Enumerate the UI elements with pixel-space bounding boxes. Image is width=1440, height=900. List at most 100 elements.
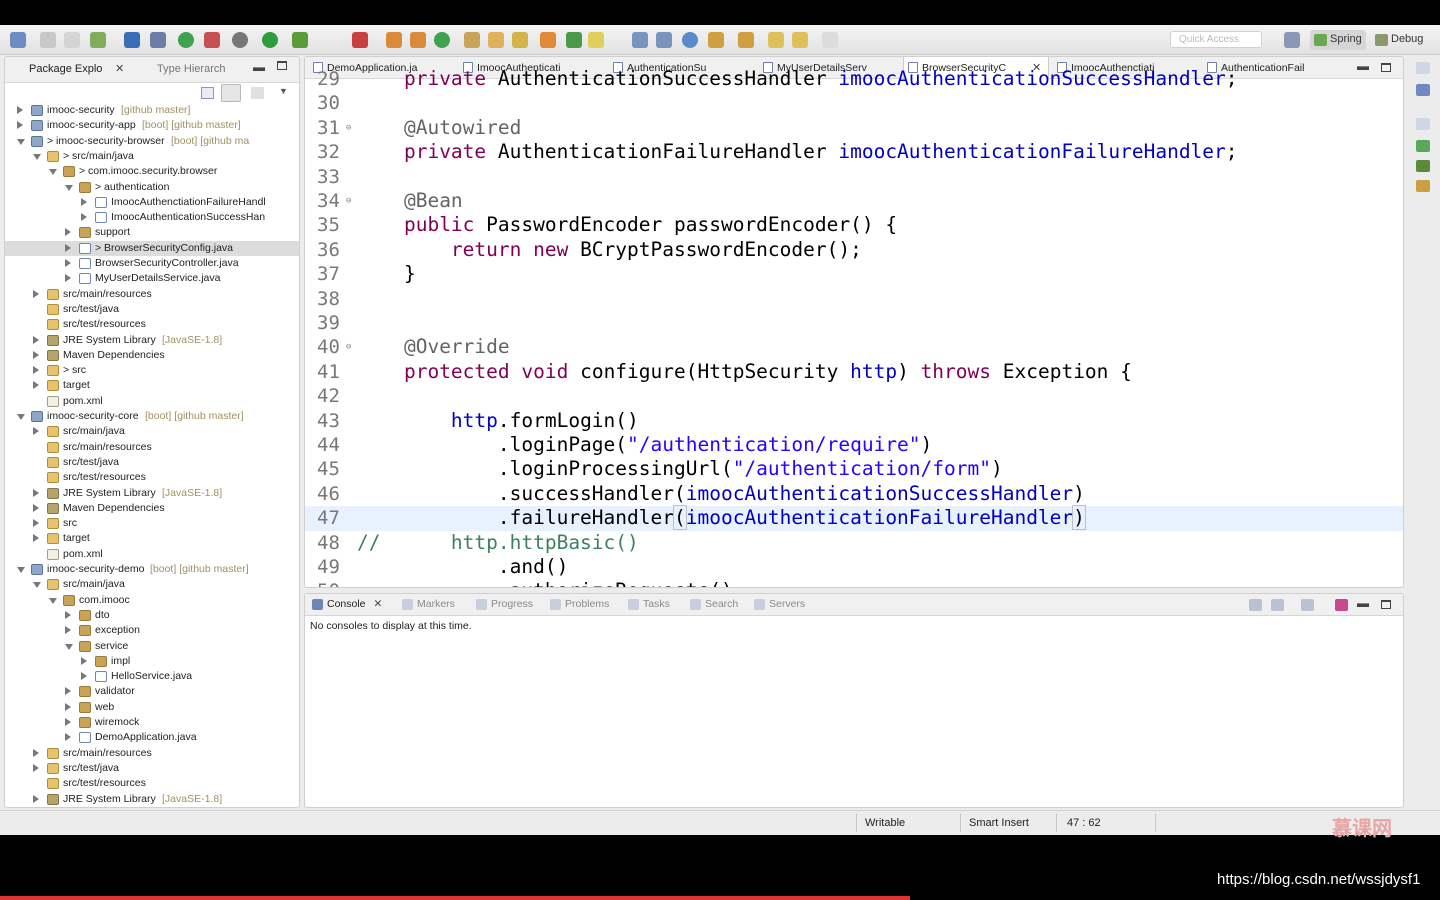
console-tab[interactable]: Servers xyxy=(753,598,805,610)
tree-item[interactable]: src/main/java xyxy=(5,577,299,592)
tree-item[interactable]: MyUserDetailsService.java xyxy=(5,271,299,286)
console-tab[interactable]: Problems xyxy=(549,598,609,610)
tree-item[interactable]: JRE System Library [JavaSE-1.8] xyxy=(5,486,299,501)
new-java-icon[interactable] xyxy=(434,32,450,48)
tree-item[interactable]: src/test/java xyxy=(5,455,299,470)
expanded-arrow-icon[interactable] xyxy=(65,643,73,650)
skip-breakpoints-icon[interactable] xyxy=(150,32,166,48)
tab-package-explorer[interactable]: Package Explo xyxy=(29,63,102,75)
code-line[interactable]: 38 xyxy=(305,287,1403,311)
next-annotation-icon[interactable] xyxy=(738,32,754,48)
collapsed-arrow-icon[interactable] xyxy=(33,519,39,528)
back-icon[interactable] xyxy=(768,32,784,48)
tree-item[interactable]: BrowserSecurityController.java xyxy=(5,256,299,271)
collapsed-arrow-icon[interactable] xyxy=(81,672,87,681)
collapsed-arrow-icon[interactable] xyxy=(81,197,87,206)
tab-type-hierarchy[interactable]: Type Hierarch xyxy=(157,63,225,75)
tree-item[interactable]: src/test/java xyxy=(5,302,299,317)
tree-item[interactable]: > com.imooc.security.browser xyxy=(5,164,299,179)
console-tab[interactable]: Console ✕ xyxy=(311,598,382,610)
code-line[interactable]: 44 .loginPage("/authentication/require") xyxy=(305,433,1403,457)
link-editor-icon[interactable] xyxy=(221,84,241,102)
tree-item[interactable]: > BrowserSecurityConfig.java xyxy=(5,240,299,256)
new-class-icon[interactable] xyxy=(410,32,426,48)
collapse-all-icon[interactable] xyxy=(201,87,214,99)
new-icon[interactable] xyxy=(10,32,26,48)
tree-item[interactable]: ImoocAuthenctiationFailureHandl xyxy=(5,195,299,210)
run-icon[interactable] xyxy=(262,32,278,48)
expanded-arrow-icon[interactable] xyxy=(17,414,25,420)
expanded-arrow-icon[interactable] xyxy=(49,169,57,176)
code-line[interactable]: 29 private AuthenticationSuccessHandler … xyxy=(305,67,1403,91)
fold-toggle-icon[interactable]: ⊖ xyxy=(346,116,351,140)
tree-item[interactable]: pom.xml xyxy=(5,547,299,562)
toggle-view-icon[interactable] xyxy=(632,32,648,48)
open-type-icon[interactable] xyxy=(464,32,480,48)
tree-item[interactable]: > imooc-security-browser [boot] [github m… xyxy=(5,134,299,149)
minimize-icon[interactable]: ▬ xyxy=(253,60,265,74)
expanded-arrow-icon[interactable] xyxy=(65,184,73,191)
code-line[interactable]: 36 return new BCryptPasswordEncoder(); xyxy=(305,238,1403,262)
highlight-icon[interactable] xyxy=(588,32,604,48)
collapsed-arrow-icon[interactable] xyxy=(81,656,87,665)
collapsed-arrow-icon[interactable] xyxy=(65,702,71,711)
console-tab[interactable]: Progress xyxy=(475,598,533,610)
collapsed-arrow-icon[interactable] xyxy=(65,733,71,742)
external-tools-icon[interactable] xyxy=(352,32,368,48)
tree-item[interactable]: Maven Dependencies xyxy=(5,501,299,516)
tree-item[interactable]: web xyxy=(5,700,299,715)
tree-item[interactable]: target xyxy=(5,531,299,546)
code-line[interactable]: 37 } xyxy=(305,262,1403,286)
tree-item[interactable]: target xyxy=(5,378,299,393)
collapsed-arrow-icon[interactable] xyxy=(33,350,39,359)
tree-item[interactable]: src/test/resources xyxy=(5,470,299,485)
code-line[interactable]: 49 .and() xyxy=(305,555,1403,579)
new-wizard-icon[interactable] xyxy=(90,32,106,48)
pin-console-icon[interactable] xyxy=(1249,599,1262,611)
collapsed-arrow-icon[interactable] xyxy=(17,121,23,130)
perspective-debug[interactable]: Debug xyxy=(1371,30,1427,50)
tree-item[interactable]: src/main/resources xyxy=(5,440,299,455)
collapsed-arrow-icon[interactable] xyxy=(17,106,23,114)
collapsed-arrow-icon[interactable] xyxy=(65,243,71,252)
junit-icon[interactable] xyxy=(1416,180,1430,192)
collapsed-arrow-icon[interactable] xyxy=(33,335,39,344)
tree-item[interactable]: JRE System Library [JavaSE-1.8] xyxy=(5,792,299,807)
code-line[interactable]: 33 xyxy=(305,165,1403,189)
refresh-icon[interactable] xyxy=(204,32,220,48)
collapsed-arrow-icon[interactable] xyxy=(33,534,39,543)
tree-item[interactable]: imooc-security [github master] xyxy=(5,103,299,118)
tree-item[interactable]: src/main/resources xyxy=(5,746,299,761)
close-icon[interactable]: ✕ xyxy=(115,62,124,75)
tree-item[interactable]: com.imooc xyxy=(5,593,299,608)
perspective-spring[interactable]: Spring xyxy=(1310,30,1366,50)
restore-small-icon[interactable] xyxy=(1416,118,1430,130)
collapsed-arrow-icon[interactable] xyxy=(33,763,39,772)
tree-item[interactable]: > authentication xyxy=(5,180,299,195)
expanded-arrow-icon[interactable] xyxy=(33,153,41,160)
tree-item[interactable]: pom.xml xyxy=(5,394,299,409)
code-line[interactable]: 30 xyxy=(305,91,1403,115)
code-line[interactable]: 32 private AuthenticationFailureHandler … xyxy=(305,140,1403,164)
tree-item[interactable]: src xyxy=(5,516,299,531)
tree-item[interactable]: ImoocAuthenticationSuccessHan xyxy=(5,210,299,225)
code-line[interactable]: 48 // http.httpBasic() xyxy=(305,531,1403,555)
code-line[interactable]: 35 public PasswordEncoder passwordEncode… xyxy=(305,213,1403,237)
collapsed-arrow-icon[interactable] xyxy=(65,718,71,726)
restore-icon[interactable] xyxy=(1416,62,1430,74)
collapsed-arrow-icon[interactable] xyxy=(33,427,39,436)
outline-icon[interactable] xyxy=(1416,84,1430,96)
collapsed-arrow-icon[interactable] xyxy=(65,274,71,283)
collapsed-arrow-icon[interactable] xyxy=(65,626,71,635)
collapsed-arrow-icon[interactable] xyxy=(65,610,71,619)
settings-icon[interactable] xyxy=(232,32,248,48)
git-icon[interactable] xyxy=(1416,160,1430,172)
tree-item[interactable]: src/main/java xyxy=(5,424,299,439)
code-area[interactable]: 29 private AuthenticationSuccessHandler … xyxy=(305,67,1403,587)
collapsed-arrow-icon[interactable] xyxy=(65,228,71,237)
tree-item[interactable]: JRE System Library [JavaSE-1.8] xyxy=(5,333,299,348)
tree-item[interactable]: exception xyxy=(5,623,299,638)
open-console-icon[interactable] xyxy=(1301,599,1314,611)
boot-dashboard-icon[interactable] xyxy=(1416,140,1430,152)
tree-item[interactable]: wiremock xyxy=(5,715,299,730)
